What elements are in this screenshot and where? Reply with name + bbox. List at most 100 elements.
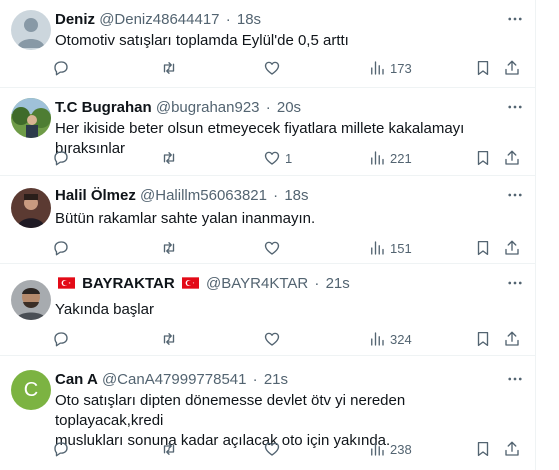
tweet[interactable]: BAYRAKTAR @BAYR4KTAR · 21s Yakında başla… [0,264,536,356]
share-button[interactable] [503,58,521,78]
view-count: 238 [390,441,412,457]
avatar[interactable] [11,98,51,138]
bookmark-icon [477,240,489,256]
display-name[interactable]: T.C Bugrahan [55,99,152,116]
repost-icon [163,333,175,345]
turkey-flag-icon [58,277,75,289]
username[interactable]: @BAYR4KTAR [206,275,308,292]
share-icon [505,331,519,346]
display-name[interactable]: BAYRAKTAR [82,275,175,292]
views-button[interactable]: 238 [368,439,412,459]
share-button[interactable] [503,148,521,168]
tweet[interactable]: Deniz @Deniz48644417 · 18s Otomotiv satı… [0,0,536,88]
heart-icon [264,442,280,456]
timestamp[interactable]: 20s [277,99,301,116]
display-name[interactable]: Halil Ölmez [55,187,136,204]
separator-dot: · [273,187,279,204]
heart-icon [264,151,280,165]
views-chart-icon [371,151,384,165]
avatar[interactable]: C [11,370,51,410]
repost-button[interactable] [160,329,178,349]
timestamp[interactable]: 18s [237,11,261,28]
tweet-header: Deniz @Deniz48644417 · 18s [55,10,506,30]
views-chart-icon [371,332,384,346]
bookmark-button[interactable] [474,238,492,258]
more-options-icon[interactable] [506,274,524,292]
reply-icon [54,332,68,347]
more-options-icon[interactable] [506,186,524,204]
display-name[interactable]: Can A [55,371,98,388]
repost-button[interactable] [160,148,178,168]
share-button[interactable] [503,329,521,349]
more-options-icon[interactable] [506,370,524,388]
like-button[interactable] [263,439,285,459]
like-button[interactable] [263,58,285,78]
separator-dot: · [314,275,320,292]
tweet[interactable]: Halil Ölmez @Halillm56063821 · 18s Bütün… [0,176,536,264]
share-button[interactable] [503,238,521,258]
share-button[interactable] [503,439,521,459]
default-avatar-icon [11,10,51,50]
bookmark-button[interactable] [474,329,492,349]
avatar[interactable] [11,10,51,50]
reply-button[interactable] [52,439,70,459]
tweet[interactable]: C Can A @CanA47999778541 · 21s Oto satış… [0,356,536,470]
reply-icon [54,241,68,256]
repost-icon [163,443,175,455]
repost-icon [163,62,175,74]
views-button[interactable]: 221 [368,148,412,168]
tweet-text-line: Oto satışları dipten dönemesse devlet öt… [55,392,406,429]
username[interactable]: @CanA47999778541 [102,371,247,388]
views-button[interactable]: 151 [368,238,412,258]
reply-icon [54,151,68,166]
timestamp[interactable]: 21s [264,371,288,388]
repost-button[interactable] [160,58,178,78]
reply-button[interactable] [52,329,70,349]
like-count: 1 [285,150,293,166]
views-chart-icon [371,241,384,255]
reply-button[interactable] [52,58,70,78]
timestamp[interactable]: 21s [326,275,350,292]
views-button[interactable]: 173 [368,58,412,78]
tweet-actions: 151 [0,238,536,258]
user-photo-avatar [11,188,51,228]
like-button[interactable] [263,329,285,349]
reply-button[interactable] [52,238,70,258]
bookmark-button[interactable] [474,58,492,78]
turkey-flag-icon [181,277,199,289]
repost-button[interactable] [160,238,178,258]
tweet-actions: 173 [0,58,536,78]
tweet-header: Can A @CanA47999778541 · 21s [55,370,506,390]
more-options-icon[interactable] [506,10,524,28]
like-button[interactable]: 1 [263,148,292,168]
display-name[interactable]: Deniz [55,11,95,28]
like-button[interactable] [263,238,285,258]
bookmark-icon [477,331,489,347]
view-count: 173 [390,60,412,76]
separator-dot: · [252,371,258,388]
username[interactable]: @bugrahan923 [156,99,260,116]
more-options-icon[interactable] [506,98,524,116]
reply-button[interactable] [52,148,70,168]
views-chart-icon [371,442,384,456]
share-icon [505,60,519,75]
bookmark-button[interactable] [474,439,492,459]
tweet-text: Otomotiv satışları toplamda Eylül'de 0,5… [55,32,349,49]
tweet-header: BAYRAKTAR @BAYR4KTAR · 21s [55,274,506,294]
repost-button[interactable] [160,439,178,459]
heart-icon [264,61,280,75]
view-count: 221 [390,150,412,166]
views-button[interactable]: 324 [368,329,412,349]
bookmark-icon [477,150,489,166]
avatar[interactable] [11,280,51,320]
reply-icon [54,61,68,76]
avatar[interactable] [11,188,51,228]
separator-dot: · [225,11,231,28]
share-icon [505,150,519,165]
username[interactable]: @Halillm56063821 [140,187,267,204]
view-count: 151 [390,240,412,256]
bookmark-button[interactable] [474,148,492,168]
username[interactable]: @Deniz48644417 [99,11,219,28]
timestamp[interactable]: 18s [284,187,308,204]
tweet[interactable]: T.C Bugrahan @bugrahan923 · 20s Her ikis… [0,88,536,176]
